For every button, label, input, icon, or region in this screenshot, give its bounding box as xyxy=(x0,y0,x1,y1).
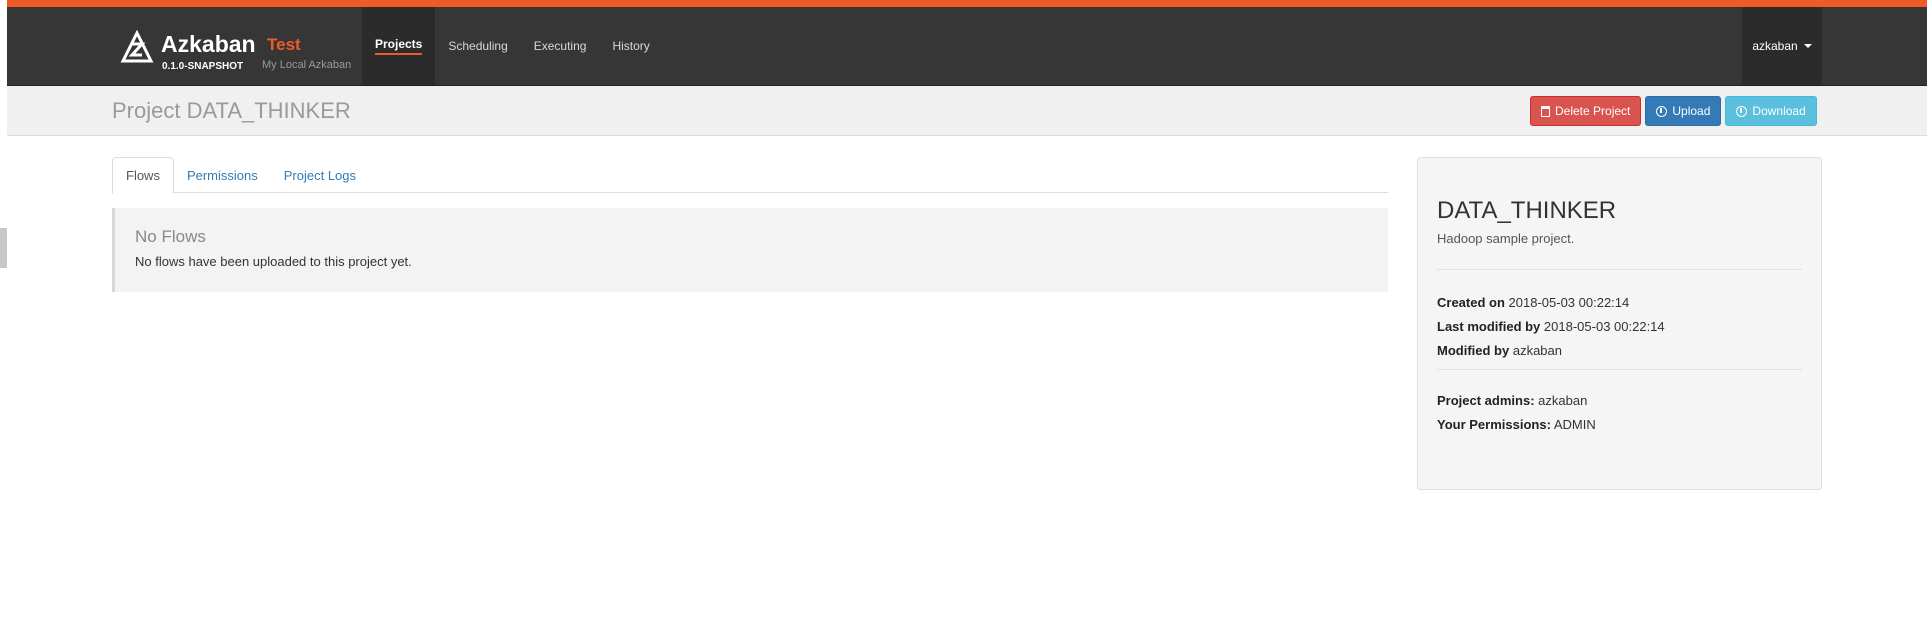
azkaban-logo-icon xyxy=(120,30,154,63)
divider xyxy=(1437,269,1802,270)
last-modified-label: Last modified by xyxy=(1437,319,1541,334)
upload-icon xyxy=(1656,105,1668,117)
project-header: Project DATA_THINKER Delete Project Uplo… xyxy=(7,86,1927,136)
nav-scheduling[interactable]: Scheduling xyxy=(435,7,520,85)
tab-permissions[interactable]: Permissions xyxy=(174,157,271,193)
nav-executing-label: Executing xyxy=(533,39,587,53)
nav-projects-label: Projects xyxy=(375,37,423,55)
nav-scheduling-label: Scheduling xyxy=(448,39,508,53)
brand-version: 0.1.0-SNAPSHOT xyxy=(162,61,244,72)
user-name: azkaban xyxy=(1752,39,1798,53)
top-navbar: Azkaban Test 0.1.0-SNAPSHOT My Local Azk… xyxy=(7,7,1927,86)
trash-icon xyxy=(1541,105,1550,117)
project-description: Hadoop sample project. xyxy=(1437,231,1575,246)
created-label: Created on xyxy=(1437,295,1505,310)
tab-project-logs[interactable]: Project Logs xyxy=(271,157,369,193)
download-label: Download xyxy=(1752,104,1806,118)
delete-project-button[interactable]: Delete Project xyxy=(1530,96,1642,126)
user-menu[interactable]: azkaban xyxy=(1742,7,1822,85)
modified-by-label: Modified by xyxy=(1437,343,1510,358)
created-value: 2018-05-03 00:22:14 xyxy=(1508,295,1630,310)
last-modified-row: Last modified by 2018-05-03 00:22:14 xyxy=(1437,319,1665,334)
brand-subtitle: My Local Azkaban xyxy=(262,59,352,71)
nav-executing[interactable]: Executing xyxy=(521,7,600,85)
main-nav: Projects Scheduling Executing History xyxy=(362,7,663,85)
download-icon xyxy=(1736,105,1748,117)
upload-label: Upload xyxy=(1672,104,1711,118)
empty-state-title: No Flows xyxy=(135,227,206,246)
brand-name: Azkaban xyxy=(161,31,256,57)
page-title: Project DATA_THINKER xyxy=(112,98,351,123)
project-tabs: Flows Permissions Project Logs xyxy=(112,157,1388,194)
upload-button[interactable]: Upload xyxy=(1645,96,1722,126)
project-admins-value: azkaban xyxy=(1538,393,1588,408)
your-permissions-value: ADMIN xyxy=(1553,417,1596,432)
caret-down-icon xyxy=(1803,44,1812,48)
page: Azkaban Test 0.1.0-SNAPSHOT My Local Azk… xyxy=(7,0,1927,619)
nav-history[interactable]: History xyxy=(599,7,662,85)
download-button[interactable]: Download xyxy=(1725,96,1817,126)
tab-flows[interactable]: Flows xyxy=(112,157,174,194)
nav-projects[interactable]: Projects xyxy=(362,7,436,85)
nav-history-label: History xyxy=(612,39,650,53)
project-admins-row: Project admins: azkaban xyxy=(1437,393,1587,408)
project-name: DATA_THINKER xyxy=(1437,197,1617,224)
project-info-panel: DATA_THINKER Hadoop sample project. Crea… xyxy=(1417,157,1822,490)
delete-project-label: Delete Project xyxy=(1555,104,1631,118)
created-row: Created on 2018-05-03 00:22:14 xyxy=(1437,295,1629,310)
divider xyxy=(1437,369,1802,370)
project-actions: Delete Project Upload Download xyxy=(1530,96,1817,126)
brand-environment: Test xyxy=(267,35,301,54)
project-admins-label: Project admins: xyxy=(1437,393,1535,408)
your-permissions-label: Your Permissions: xyxy=(1437,417,1551,432)
empty-state-message: No flows have been uploaded to this proj… xyxy=(135,254,412,269)
modified-by-value: azkaban xyxy=(1512,343,1562,358)
modified-by-row: Modified by azkaban xyxy=(1437,343,1562,358)
last-modified-value: 2018-05-03 00:22:14 xyxy=(1543,319,1665,334)
your-permissions-row: Your Permissions: ADMIN xyxy=(1437,417,1596,432)
side-drawer-handle[interactable] xyxy=(0,228,7,268)
top-accent-bar xyxy=(7,0,1927,7)
flows-empty-state: No Flows No flows have been uploaded to … xyxy=(112,208,1388,292)
